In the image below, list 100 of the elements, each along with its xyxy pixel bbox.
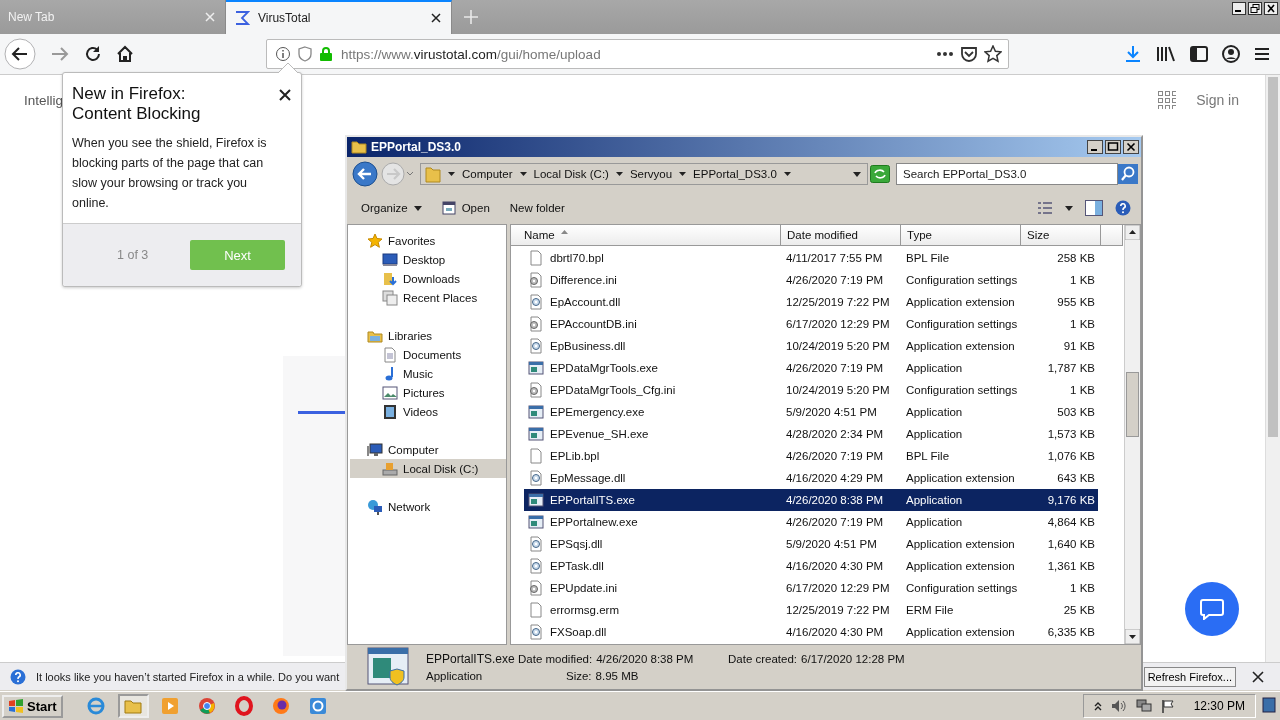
scrollbar[interactable] — [1265, 75, 1280, 662]
column-header[interactable]: Name — [511, 225, 781, 245]
close-icon[interactable] — [431, 13, 441, 23]
flag-icon[interactable] — [1160, 699, 1175, 713]
back-icon[interactable] — [4, 38, 36, 70]
star-icon[interactable] — [984, 45, 1002, 63]
search-icon[interactable] — [1118, 164, 1138, 184]
close-icon[interactable] — [1264, 2, 1278, 15]
file-row[interactable]: EPDataMgrTools_Cfg.ini 10/24/2019 5:20 PM Configuration settings 1 KB — [524, 379, 1098, 401]
caret-icon[interactable] — [679, 172, 687, 176]
url-text[interactable]: https://www.virustotal.com/gui/home/upload — [341, 46, 601, 62]
caret-icon[interactable] — [615, 172, 623, 176]
file-name: dbrtl70.bpl — [550, 252, 604, 264]
file-row[interactable]: EPPortalnew.exe 4/26/2020 7:19 PM Application 4,864 KB — [524, 511, 1098, 533]
browser-tab[interactable]: VirusTotal — [226, 0, 452, 34]
sign-in-link[interactable]: Sign in — [1196, 92, 1239, 108]
breadcrumb-item[interactable]: EPPortal_DS3.0 — [693, 168, 777, 180]
back-icon[interactable] — [352, 161, 378, 187]
file-row[interactable]: EPAccountDB.ini 6/17/2020 12:29 PM Configuration settings 1 KB — [524, 313, 1098, 335]
nav-item[interactable]: Music — [350, 364, 506, 383]
breadcrumb-item[interactable]: Servyou — [629, 168, 673, 180]
nav-item[interactable]: Network — [350, 497, 506, 516]
column-header[interactable]: Date modified — [781, 225, 901, 245]
chat-button[interactable] — [1185, 582, 1239, 636]
home-icon[interactable] — [116, 45, 134, 63]
close-icon[interactable] — [1123, 140, 1139, 154]
nav-item[interactable]: Documents — [350, 345, 506, 364]
file-row[interactable]: EPSqsj.dll 5/9/2020 4:51 PM Application extension 1,640 KB — [524, 533, 1098, 555]
file-row[interactable]: EPPortalITS.exe 4/26/2020 8:38 PM Application 9,176 KB — [524, 489, 1098, 511]
dropdown-icon[interactable] — [853, 171, 861, 177]
info-icon[interactable] — [275, 46, 291, 62]
minimize-icon[interactable] — [1087, 140, 1103, 154]
nav-item[interactable]: Local Disk (C:) — [350, 459, 506, 478]
start-button[interactable]: Start — [2, 694, 63, 718]
nav-item[interactable]: Libraries — [350, 326, 506, 345]
nav-item[interactable]: Downloads — [350, 269, 506, 288]
breadcrumb-item[interactable]: Local Disk (C:) — [533, 168, 609, 180]
file-row[interactable]: Difference.ini 4/26/2020 7:19 PM Configuration settings 1 KB — [524, 269, 1098, 291]
file-row[interactable]: EpAccount.dll 12/25/2019 7:22 PM Application extension 955 KB — [524, 291, 1098, 313]
close-icon[interactable] — [1252, 670, 1264, 683]
nav-item[interactable]: Desktop — [350, 250, 506, 269]
file-row[interactable]: EPEvenue_SH.exe 4/28/2020 2:34 PM Application 1,573 KB — [524, 423, 1098, 445]
nav-item[interactable]: Pictures — [350, 383, 506, 402]
nav-item[interactable]: Recent Places — [350, 288, 506, 307]
caret-icon[interactable] — [1065, 205, 1073, 211]
pocket-icon[interactable] — [960, 46, 978, 62]
caret-icon[interactable] — [448, 172, 455, 176]
minimize-icon[interactable] — [1232, 2, 1246, 15]
help-icon[interactable] — [1115, 200, 1131, 216]
toolbar-button[interactable]: Open — [433, 197, 498, 219]
file-row[interactable]: EPLib.bpl 4/26/2020 7:19 PM BPL File 1,076 KB — [524, 445, 1098, 467]
nav-item[interactable]: Computer — [350, 440, 506, 459]
column-header[interactable]: Size — [1021, 225, 1101, 245]
network-icon[interactable] — [1135, 699, 1152, 713]
reload-icon[interactable] — [84, 45, 102, 63]
chevron-icon[interactable] — [1093, 701, 1102, 711]
file-row[interactable]: errormsg.erm 12/25/2019 7:22 PM ERM File 25 KB — [524, 599, 1098, 621]
file-row[interactable]: dbrtl70.bpl 4/11/2017 7:55 PM BPL File 258 KB — [524, 247, 1098, 269]
scroll-down-icon[interactable] — [1125, 629, 1140, 644]
nav-item[interactable]: Videos — [350, 402, 506, 421]
search-field[interactable]: Search EPPortal_DS3.0 — [896, 163, 1118, 185]
library-icon[interactable] — [1156, 45, 1176, 63]
restore-icon[interactable] — [1248, 2, 1262, 15]
close-icon[interactable] — [279, 89, 291, 101]
view-list-icon[interactable] — [1037, 201, 1053, 215]
file-row[interactable]: FXSoap.dll 4/16/2020 4:30 PM Application extension 6,335 KB — [524, 621, 1098, 643]
caret-icon[interactable] — [783, 172, 791, 176]
file-row[interactable]: EPUpdate.ini 6/17/2020 12:29 PM Configuration settings 1 KB — [524, 577, 1098, 599]
table-cell-text: 4/16/2020 4:30 PM — [785, 626, 885, 638]
file-row[interactable]: EPDataMgrTools.exe 4/26/2020 7:19 PM Application 1,787 KB — [524, 357, 1098, 379]
nav-item[interactable]: Favorites — [350, 231, 506, 250]
download-icon[interactable] — [1124, 45, 1142, 63]
file-row[interactable]: EpBusiness.dll 10/24/2019 5:20 PM Application extension 91 KB — [524, 335, 1098, 357]
table-cell-text: 9,176 KB — [1046, 494, 1096, 506]
refresh-icon[interactable] — [870, 165, 890, 183]
maximize-icon[interactable] — [1105, 140, 1121, 154]
shield-icon[interactable] — [297, 46, 313, 62]
caret-icon[interactable] — [519, 172, 527, 176]
address-bar[interactable]: https://www.virustotal.com/gui/home/upload — [266, 39, 1009, 69]
account-icon[interactable] — [1222, 45, 1240, 63]
show-desktop-icon[interactable] — [1262, 696, 1276, 716]
menu-button[interactable]: Organize — [353, 198, 430, 218]
refresh-button[interactable]: Refresh Firefox... — [1143, 666, 1236, 687]
preview-pane-icon[interactable] — [1085, 200, 1103, 216]
scrollbar[interactable] — [1124, 225, 1140, 644]
sidebar-icon[interactable] — [1190, 46, 1208, 62]
lock-icon[interactable] — [319, 46, 333, 62]
breadcrumb-item[interactable]: Computer — [462, 168, 513, 180]
speaker-icon[interactable] — [1110, 699, 1127, 713]
file-row[interactable]: EPTask.dll 4/16/2020 4:30 PM Application extension 1,361 KB — [524, 555, 1098, 577]
scroll-thumb[interactable] — [1126, 372, 1139, 437]
address-field[interactable]: Computer Local Disk (C:) Servyou EPPortal_DS3.0 — [420, 163, 868, 185]
apps-grid-icon[interactable] — [1158, 91, 1177, 109]
column-header[interactable]: Type — [901, 225, 1021, 245]
file-row[interactable]: EPEmergency.exe 5/9/2020 4:51 PM Application 503 KB — [524, 401, 1098, 423]
toolbar-button[interactable]: New folder — [501, 198, 573, 218]
scroll-up-icon[interactable] — [1125, 225, 1140, 240]
file-row[interactable]: EpMessage.dll 4/16/2020 4:29 PM Application extension 643 KB — [524, 467, 1098, 489]
more-icon[interactable] — [936, 51, 954, 57]
menu-icon[interactable] — [1254, 47, 1270, 61]
